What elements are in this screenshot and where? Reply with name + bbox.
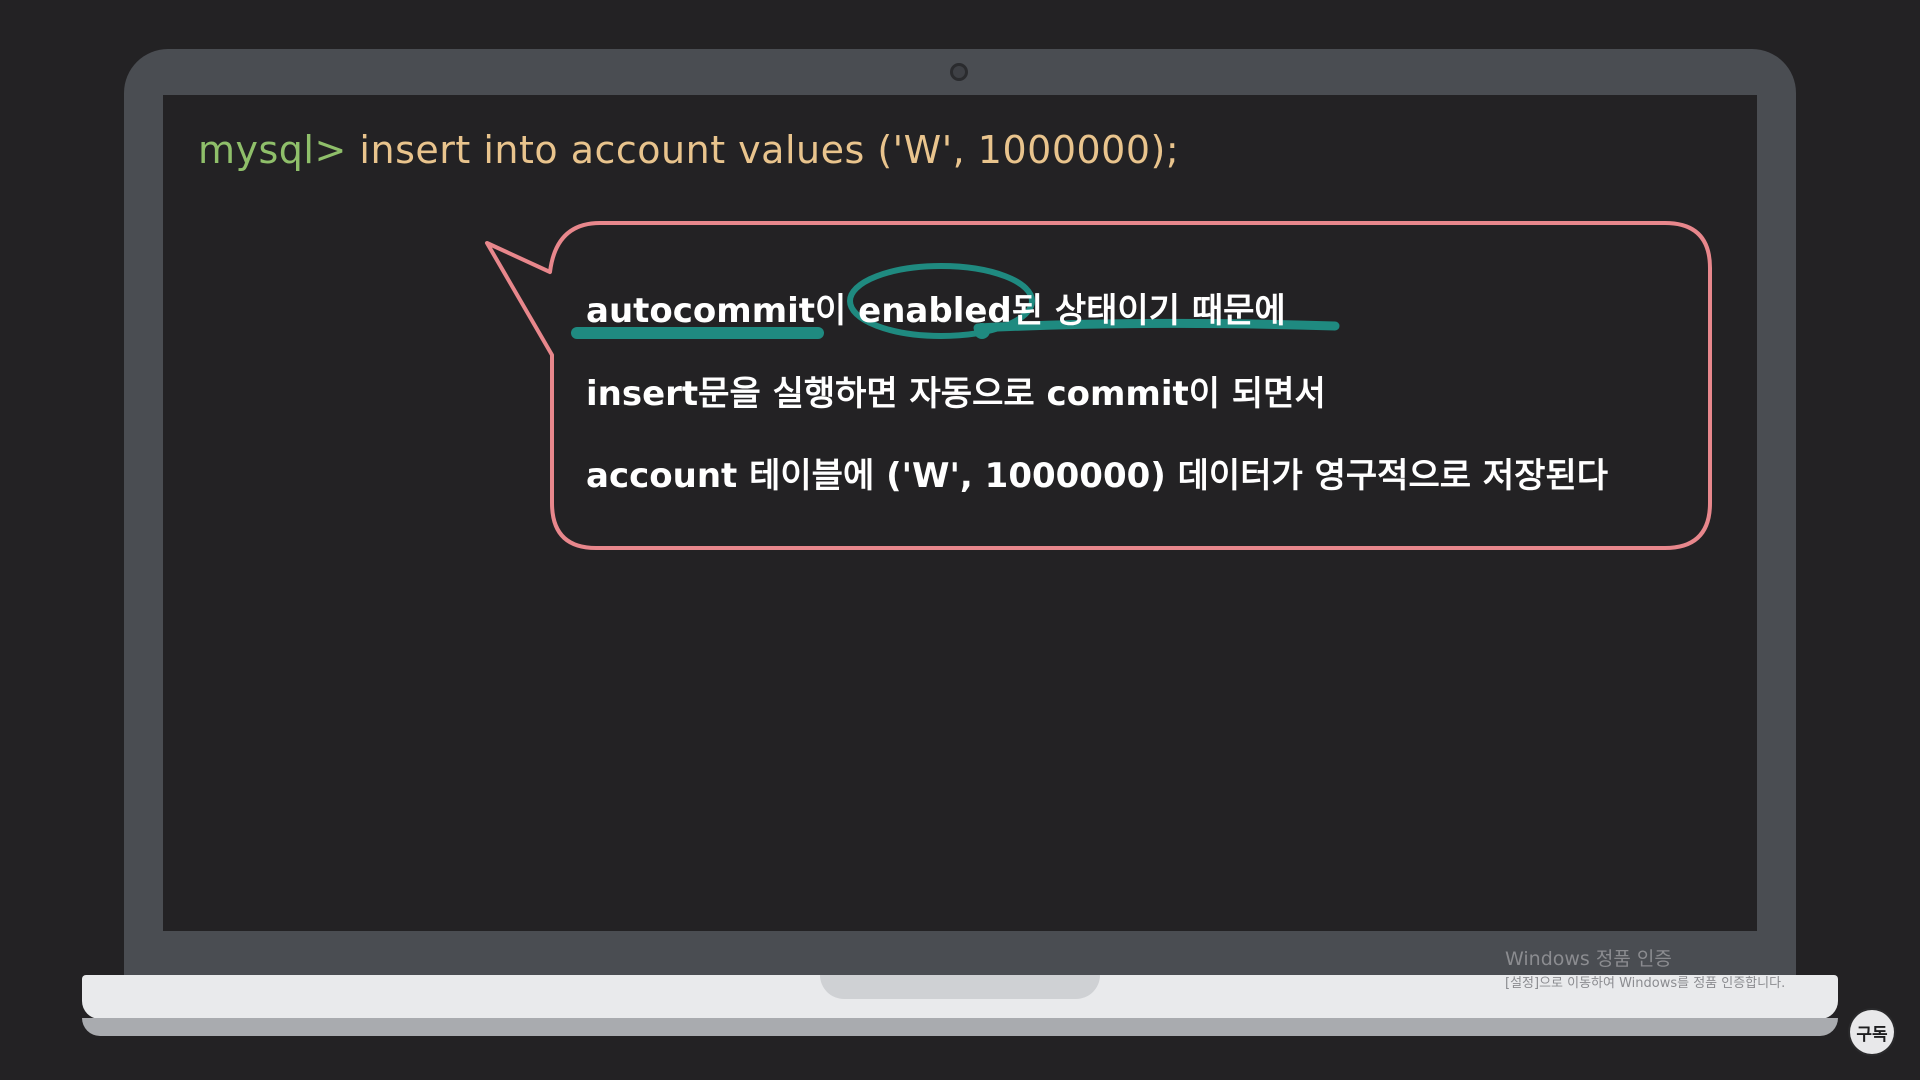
terminal-command-line: mysql> insert into account values ('W', … xyxy=(198,128,1179,172)
laptop-trackpad-notch xyxy=(820,975,1100,999)
laptop-screen xyxy=(163,95,1757,931)
bubble-text-line-1: autocommit이 enabled된 상태이기 때문에 xyxy=(586,291,1286,331)
mysql-prompt: mysql> xyxy=(198,128,347,172)
windows-activation-subtitle: [설정]으로 이동하여 Windows를 정품 인증합니다. xyxy=(1505,976,1786,991)
windows-activation-title: Windows 정품 인증 xyxy=(1505,948,1672,970)
sql-command: insert into account values ('W', 1000000… xyxy=(359,128,1180,172)
video-frame: mysql> insert into account values ('W', … xyxy=(0,0,1920,1080)
webcam-icon xyxy=(950,63,968,81)
bubble-text-line-2: insert문을 실행하면 자동으로 commit이 되면서 xyxy=(586,374,1326,414)
bubble-text-line-3: account 테이블에 ('W', 1000000) 데이터가 영구적으로 저… xyxy=(586,456,1608,496)
laptop-base-bottom xyxy=(82,1018,1838,1036)
subscribe-button[interactable]: 구독 xyxy=(1850,1010,1894,1054)
